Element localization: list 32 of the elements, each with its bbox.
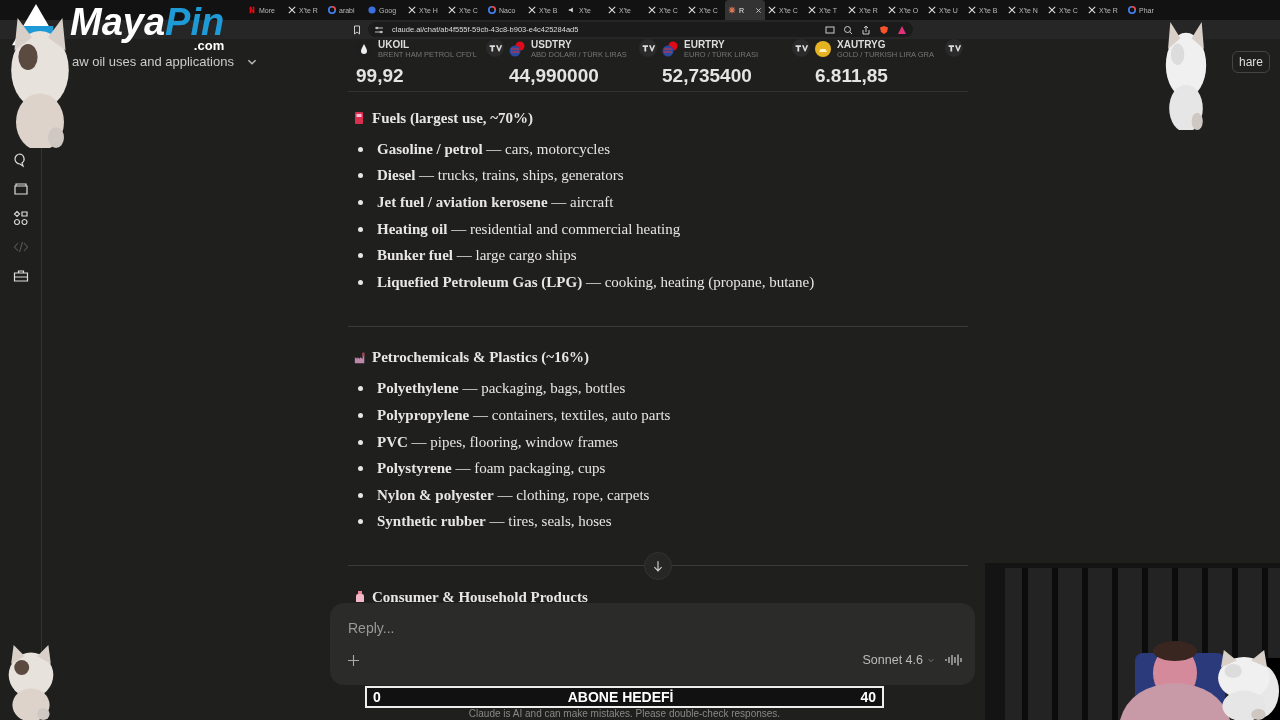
ticker-price: 44,990000: [509, 65, 600, 87]
model-selector[interactable]: Sonnet 4.6: [862, 653, 935, 667]
list-item: Synthetic rubber — tires, seals, hoses: [377, 513, 612, 531]
ticker-price: 99,92: [356, 65, 405, 87]
chat-title[interactable]: aw oil uses and applications: [72, 54, 234, 69]
list-item: Polyethylene — packaging, bags, bottles: [377, 380, 626, 398]
logo-text: Maya: [70, 1, 166, 43]
list-item: Liquefied Petroleum Gas (LPG) — cooking, heating (propane, butane): [377, 273, 815, 291]
goal-start: 0: [373, 689, 381, 705]
ticker-price: 6.811,85: [815, 65, 889, 87]
goal-title: ABONE HEDEFİ: [567, 689, 674, 705]
list-item: Gasoline / petrol — cars, motorcycles: [377, 140, 611, 158]
list-item: Polystyrene — foam packaging, cups: [377, 460, 606, 478]
share-button[interactable]: hare: [1231, 51, 1270, 73]
list-item: Nylon & polyester — clothing, rope, carpets: [377, 486, 650, 504]
section-heading: Fuels (largest use, ~70%): [372, 109, 534, 127]
ticker-symbol: XAUTRYG: [837, 39, 887, 50]
ticker-symbol: EURTRY: [684, 39, 726, 50]
list-item: Polypropylene — containers, textiles, auto parts: [377, 406, 671, 424]
goal-target: 40: [860, 689, 876, 705]
ticker-symbol: USDTRY: [531, 39, 573, 50]
list-item: Heating oil — residential and commercial heating: [377, 220, 681, 238]
list-item: Diesel — trucks, trains, ships, generators: [377, 167, 624, 185]
reply-box[interactable]: Reply... Sonnet 4.6: [330, 603, 975, 685]
ticker-symbol: UKOIL: [378, 39, 411, 50]
list-item: Bunker fuel — large cargo ships: [377, 247, 577, 265]
list-item: PVC — pipes, flooring, window frames: [377, 433, 619, 451]
section-heading: Petrochemicals & Plastics (~16%): [372, 349, 590, 367]
disclaimer-text: Claude is AI and can make mistakes. Please double-check responses.: [467, 708, 782, 719]
section-heading: Consumer & Household Products: [372, 588, 588, 602]
list-item: Jet fuel / aviation kerosene — aircraft: [377, 194, 614, 211]
ticker-price: 52,735400: [662, 65, 753, 87]
